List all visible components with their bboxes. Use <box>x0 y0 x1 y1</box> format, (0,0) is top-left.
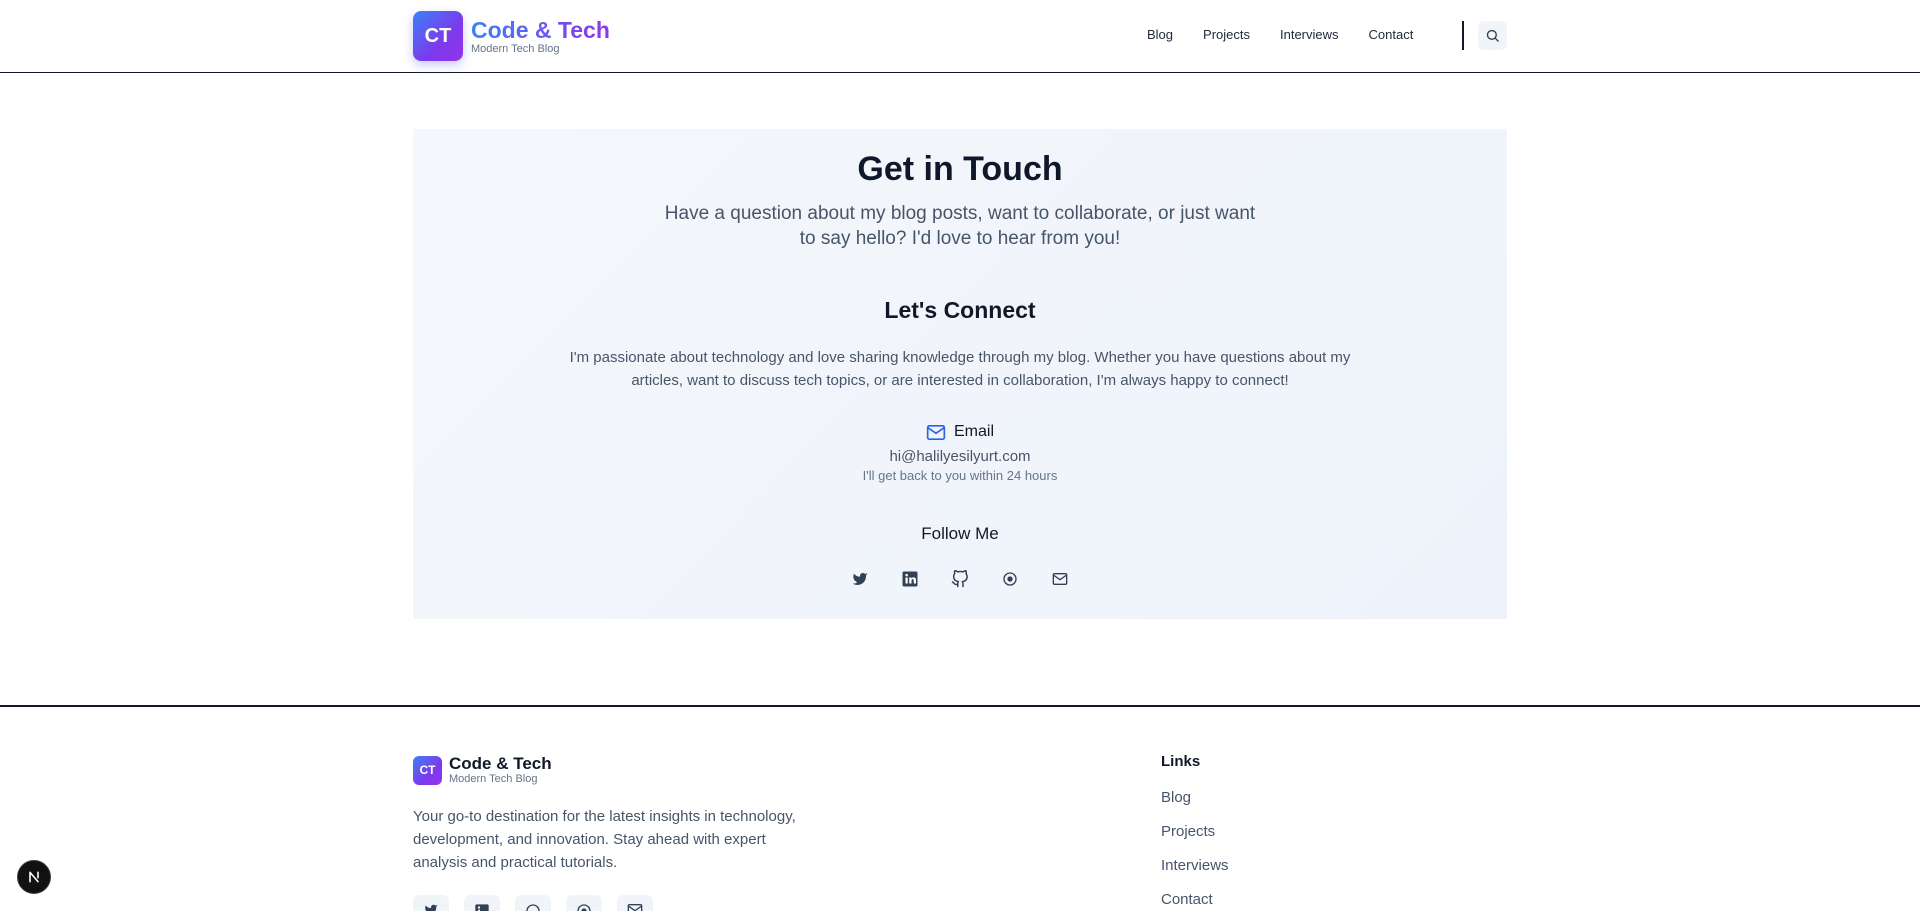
nextjs-dev-badge[interactable] <box>17 860 51 894</box>
twitter-link[interactable] <box>844 563 876 595</box>
footer-links: Blog Projects Interviews Contact <box>1161 788 1229 911</box>
footer-github-link[interactable] <box>515 895 551 911</box>
email-address[interactable]: hi@halilyesilyurt.com <box>413 447 1507 466</box>
footer-links-heading: Links <box>1161 753 1201 770</box>
footer-link-contact[interactable]: Contact <box>1161 890 1229 909</box>
brand-title: Code & Tech <box>471 16 610 43</box>
mail-icon <box>926 424 946 440</box>
footer-link-blog[interactable]: Blog <box>1161 788 1229 807</box>
twitter-icon <box>852 572 868 585</box>
brand-logo: CT <box>413 11 463 61</box>
github-icon <box>526 904 540 911</box>
search-button[interactable] <box>1478 21 1507 50</box>
footer-logo: CT <box>413 755 442 785</box>
nav-projects[interactable]: Projects <box>1203 26 1250 43</box>
page-title: Get in Touch <box>857 150 1063 188</box>
linkedin-link[interactable] <box>894 563 926 595</box>
brand-home-link[interactable]: CT Code & Tech Modern Tech Blog <box>413 11 610 61</box>
footer-brand-subtitle: Modern Tech Blog <box>449 773 538 785</box>
footer-link-projects[interactable]: Projects <box>1161 822 1229 841</box>
linkedin-icon <box>902 571 918 587</box>
footer-link-interviews[interactable]: Interviews <box>1161 856 1229 875</box>
connect-text: I'm passionate about technology and love… <box>569 349 1351 389</box>
footer-brand-link[interactable]: CT Code & Tech Modern Tech Blog <box>413 754 552 786</box>
email-heading: Email <box>413 422 1507 442</box>
linkedin-icon <box>475 904 489 911</box>
footer-description: Your go-to destination for the latest in… <box>413 808 796 871</box>
twitter-icon <box>425 904 438 911</box>
github-link[interactable] <box>944 563 976 595</box>
follow-heading: Follow Me <box>921 524 999 543</box>
footer-social-links <box>413 895 668 911</box>
mail-icon <box>627 904 643 911</box>
email-label: Email <box>953 423 994 440</box>
mail-icon <box>1052 573 1068 585</box>
connect-heading: Let's Connect <box>884 297 1036 323</box>
medium-icon <box>1003 572 1017 586</box>
search-icon <box>1486 29 1499 42</box>
contact-card: Get in Touch Have a question about my bl… <box>413 129 1507 619</box>
nav-divider <box>1462 21 1464 50</box>
brand-subtitle: Modern Tech Blog <box>471 42 560 55</box>
medium-link[interactable] <box>994 563 1026 595</box>
social-links <box>413 563 1507 595</box>
footer-twitter-link[interactable] <box>413 895 449 911</box>
nav-contact[interactable]: Contact <box>1369 26 1414 43</box>
intro-text: Have a question about my blog posts, wan… <box>664 203 1256 249</box>
email-note: I'll get back to you within 24 hours <box>862 468 1058 483</box>
medium-icon <box>577 904 591 911</box>
footer-mail-link[interactable] <box>617 895 653 911</box>
nav-blog[interactable]: Blog <box>1147 26 1173 43</box>
footer-linkedin-link[interactable] <box>464 895 500 911</box>
main-nav: Blog Projects Interviews Contact <box>1147 26 1443 43</box>
footer-brand-title: Code & Tech <box>449 754 552 773</box>
nextjs-icon <box>29 871 39 883</box>
footer-medium-link[interactable] <box>566 895 602 911</box>
footer-divider <box>0 705 1920 707</box>
nav-interviews[interactable]: Interviews <box>1280 26 1339 43</box>
mail-link[interactable] <box>1044 563 1076 595</box>
site-header: CT Code & Tech Modern Tech Blog Blog Pro… <box>0 0 1920 73</box>
github-icon <box>951 570 968 588</box>
